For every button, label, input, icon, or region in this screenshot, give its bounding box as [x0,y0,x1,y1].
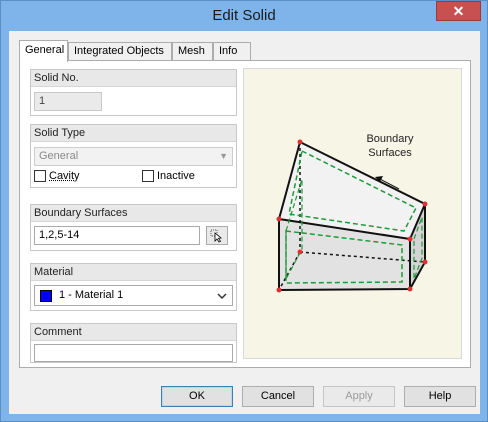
cavity-checkbox-box[interactable] [34,170,46,182]
material-header: Material [31,264,236,281]
help-button[interactable]: Help [404,386,476,407]
dialog-body: General Integrated Objects Mesh Info Sol… [9,31,480,414]
inactive-label: Inactive [157,170,195,182]
material-color-swatch [40,290,52,302]
tab-general[interactable]: General [19,40,68,62]
edit-solid-window: Edit Solid ✕ General Integrated Objects … [0,0,488,422]
ok-button[interactable]: OK [161,386,233,407]
cancel-button[interactable]: Cancel [242,386,314,407]
inactive-checkbox[interactable]: Inactive [142,170,195,182]
tab-mesh[interactable]: Mesh [172,42,213,61]
pick-surfaces-button[interactable] [206,226,228,245]
window-title: Edit Solid [212,7,276,24]
cavity-label: Cavity [49,170,80,182]
tab-integrated-objects[interactable]: Integrated Objects [68,42,172,61]
solid-type-header: Solid Type [31,125,236,142]
boundary-surfaces-input[interactable]: 1,2,5-14 [34,226,200,245]
material-group: Material 1 - Material 1 [30,263,237,311]
apply-button[interactable]: Apply [323,386,395,407]
callout-line-2: Surfaces [368,147,412,159]
callout-line-1: Boundary [366,133,414,145]
solid-preview-image: Boundary Surfaces [243,68,462,359]
general-tab-panel: Solid No. 1 Solid Type General ▼ Cavity … [19,60,471,368]
close-button[interactable]: ✕ [436,1,481,21]
boundary-surfaces-diagram: Boundary Surfaces [276,133,428,293]
material-select[interactable]: 1 - Material 1 [34,285,233,306]
solid-type-selected: General [39,150,79,162]
close-icon: ✕ [452,2,465,19]
pick-cursor-icon [210,229,222,243]
comment-group: Comment [30,323,237,363]
solid-type-select[interactable]: General ▼ [34,147,233,166]
solid-no-group: Solid No. 1 [30,69,237,116]
cavity-checkbox[interactable]: Cavity [34,170,80,182]
inactive-checkbox-box[interactable] [142,170,154,182]
tab-info[interactable]: Info [213,42,251,61]
comment-input[interactable] [34,344,233,362]
chevron-down-icon: ▼ [219,151,228,161]
comment-header: Comment [31,324,236,341]
chevron-down-icon [217,293,227,300]
solid-no-header: Solid No. [31,70,236,87]
solid-type-group: Solid Type General ▼ Cavity Inactive [30,124,237,188]
solid-no-field[interactable]: 1 [34,92,102,111]
boundary-surfaces-header: Boundary Surfaces [31,205,236,222]
material-selected: 1 - Material 1 [59,289,124,301]
boundary-surfaces-group: Boundary Surfaces 1,2,5-14 [30,204,237,251]
title-bar[interactable]: Edit Solid ✕ [1,1,487,31]
